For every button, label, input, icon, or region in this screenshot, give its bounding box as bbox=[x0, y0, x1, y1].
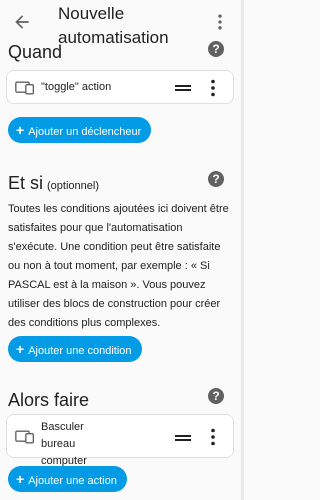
page-title: Nouvelle automatisation bbox=[58, 4, 169, 47]
help-icon[interactable]: ? bbox=[208, 388, 224, 404]
drag-handle-icon[interactable] bbox=[175, 83, 191, 93]
scrollbar[interactable] bbox=[241, 0, 244, 500]
app-bar: Nouvelle automatisation bbox=[0, 0, 244, 47]
optional-label: (optionnel) bbox=[47, 180, 99, 192]
plus-icon: + bbox=[16, 122, 25, 138]
add-condition-button[interactable]: + Ajouter une condition bbox=[8, 336, 142, 362]
add-trigger-button[interactable]: + Ajouter un déclencheur bbox=[8, 117, 152, 143]
drag-handle-icon[interactable] bbox=[175, 433, 191, 443]
conditions-description: Toutes les conditions ajoutées ici doive… bbox=[8, 203, 229, 329]
more-vert-icon[interactable] bbox=[208, 428, 218, 446]
device-icon bbox=[15, 81, 34, 95]
trigger-label: "toggle" action bbox=[41, 81, 112, 93]
actions-title: Alors faire bbox=[8, 390, 90, 410]
more-vert-icon[interactable] bbox=[208, 79, 218, 97]
device-icon bbox=[15, 430, 34, 444]
action-label: Basculer bureau computer bbox=[41, 421, 87, 467]
plus-icon: + bbox=[16, 471, 25, 487]
more-vert-icon[interactable] bbox=[210, 12, 230, 32]
triggers-title: Quand bbox=[8, 42, 63, 62]
add-action-button[interactable]: + Ajouter une action bbox=[8, 466, 127, 492]
action-card[interactable]: Basculer bureau computer bbox=[6, 414, 234, 467]
conditions-title: Et si (optionnel) bbox=[8, 173, 99, 193]
trigger-card[interactable]: "toggle" action bbox=[6, 70, 234, 104]
help-icon[interactable]: ? bbox=[208, 171, 224, 187]
arrow-left-icon[interactable] bbox=[12, 12, 32, 32]
help-icon[interactable]: ? bbox=[208, 41, 224, 57]
plus-icon: + bbox=[16, 341, 25, 357]
